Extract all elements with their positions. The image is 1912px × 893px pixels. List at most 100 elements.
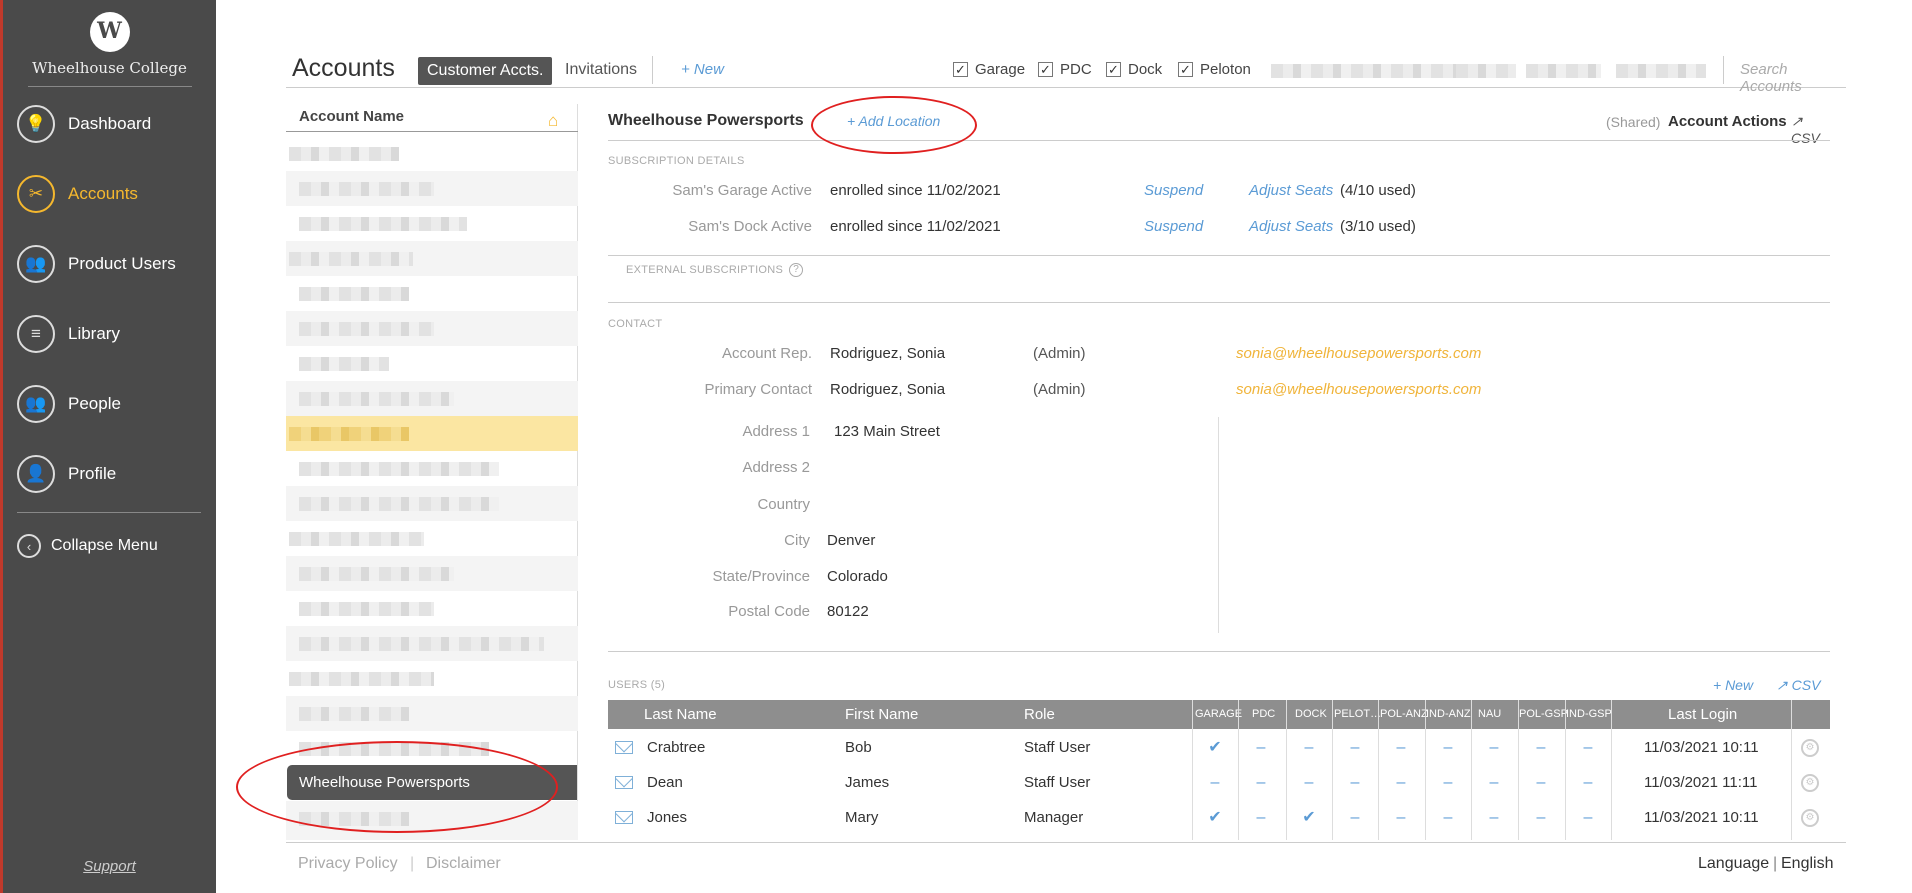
subscription-nau-status[interactable]: – bbox=[1471, 800, 1517, 835]
table-row[interactable]: Crabtree Bob Staff User ✔ – – – – – – – … bbox=[608, 730, 1830, 765]
subscription-garage-status[interactable]: ✔ bbox=[1192, 730, 1238, 765]
column-header-ind-gsp[interactable]: IND-GSP bbox=[1566, 700, 1612, 729]
subscription-dock-status[interactable]: – bbox=[1286, 730, 1332, 765]
filter-peloton-checkbox[interactable]: ✓ Peloton bbox=[1178, 61, 1251, 78]
column-header-nau[interactable]: NAU bbox=[1478, 700, 1501, 729]
email-envelope-icon[interactable] bbox=[615, 811, 633, 824]
subscription-peloton-status[interactable]: – bbox=[1332, 800, 1378, 835]
list-item[interactable] bbox=[286, 381, 578, 416]
subscription-dock-status[interactable]: ✔ bbox=[1286, 800, 1332, 835]
column-header-pdc[interactable]: PDC bbox=[1252, 700, 1275, 729]
contact-email-link[interactable]: sonia@wheelhousepowersports.com bbox=[1236, 345, 1481, 362]
subscription-ind-anz-status[interactable]: – bbox=[1425, 800, 1471, 835]
help-icon[interactable]: ? bbox=[789, 263, 804, 277]
account-name-header[interactable]: Account Name ⌂ bbox=[286, 104, 578, 132]
list-item[interactable] bbox=[286, 521, 578, 556]
subscription-pol-anz-status[interactable]: – bbox=[1378, 800, 1424, 835]
subscription-peloton-status[interactable]: – bbox=[1332, 765, 1378, 800]
email-envelope-icon[interactable] bbox=[615, 776, 633, 789]
list-item[interactable] bbox=[286, 661, 578, 696]
column-header-dock[interactable]: DOCK bbox=[1295, 700, 1327, 729]
contact-email-link[interactable]: sonia@wheelhousepowersports.com bbox=[1236, 381, 1481, 398]
column-header-last-login[interactable]: Last Login bbox=[1668, 700, 1737, 729]
subscription-pdc-status[interactable]: – bbox=[1238, 800, 1284, 835]
column-header-last-name[interactable]: Last Name bbox=[644, 700, 717, 729]
subscription-pol-gsp-status[interactable]: – bbox=[1518, 730, 1564, 765]
subscription-ind-gsp-status[interactable]: – bbox=[1565, 765, 1611, 800]
table-row[interactable]: Jones Mary Manager ✔ – ✔ – – – – – – 11/… bbox=[608, 800, 1830, 835]
subscription-ind-gsp-status[interactable]: – bbox=[1565, 730, 1611, 765]
search-accounts-input[interactable]: Search Accounts bbox=[1740, 61, 1846, 95]
collapse-menu-button[interactable]: ‹ Collapse Menu bbox=[17, 534, 158, 558]
user-first-name: Mary bbox=[845, 809, 879, 826]
column-header-role[interactable]: Role bbox=[1024, 700, 1055, 729]
brand-logo[interactable]: W Wheelhouse College bbox=[3, 12, 216, 87]
list-item[interactable] bbox=[286, 486, 578, 521]
tab-customer-accts[interactable]: Customer Accts. bbox=[418, 57, 553, 85]
support-link[interactable]: Support bbox=[3, 858, 216, 875]
subscription-garage-status[interactable]: – bbox=[1192, 765, 1238, 800]
sidebar-item-library[interactable]: ≡ Library bbox=[17, 312, 207, 356]
sidebar-item-profile[interactable]: 👤 Profile bbox=[17, 452, 207, 496]
column-header-peloton[interactable]: PELOT… bbox=[1334, 700, 1381, 729]
sidebar-item-dashboard[interactable]: 💡 Dashboard bbox=[17, 102, 207, 146]
list-item[interactable] bbox=[286, 346, 578, 381]
subscription-garage-status[interactable]: ✔ bbox=[1192, 800, 1238, 835]
column-header-pol-anz[interactable]: POL-ANZ bbox=[1380, 700, 1428, 729]
column-header-first-name[interactable]: First Name bbox=[845, 700, 918, 729]
list-item[interactable] bbox=[286, 696, 578, 731]
subscription-pol-anz-status[interactable]: – bbox=[1378, 730, 1424, 765]
column-header-garage[interactable]: GARAGE bbox=[1195, 700, 1242, 729]
sidebar-item-people[interactable]: 👥 People bbox=[17, 382, 207, 426]
list-item[interactable] bbox=[286, 556, 578, 591]
account-actions-button[interactable]: Account Actions bbox=[1668, 113, 1787, 130]
filter-dock-checkbox[interactable]: ✓ Dock bbox=[1106, 61, 1162, 78]
privacy-policy-link[interactable]: Privacy Policy bbox=[298, 855, 398, 873]
subscription-peloton-status[interactable]: – bbox=[1332, 730, 1378, 765]
account-csv-export[interactable]: ↗ CSV bbox=[1791, 113, 1830, 146]
home-icon[interactable]: ⌂ bbox=[548, 112, 566, 129]
settings-gear-icon[interactable]: ⚙ bbox=[1801, 739, 1819, 757]
sidebar-item-accounts[interactable]: ✂ Accounts bbox=[17, 172, 207, 216]
filter-garage-checkbox[interactable]: ✓ Garage bbox=[953, 61, 1025, 78]
list-item[interactable] bbox=[286, 171, 578, 206]
email-envelope-icon[interactable] bbox=[615, 741, 633, 754]
adjust-seats-link[interactable]: Adjust Seats bbox=[1249, 182, 1333, 199]
column-header-pol-gsp[interactable]: POL-GSP bbox=[1519, 700, 1568, 729]
new-account-link[interactable]: + New bbox=[681, 61, 724, 78]
list-item-highlighted[interactable] bbox=[286, 416, 578, 451]
language-selector[interactable]: English bbox=[1781, 855, 1833, 873]
subscription-dock-status[interactable]: – bbox=[1286, 765, 1332, 800]
list-item[interactable] bbox=[286, 451, 578, 486]
subscription-pdc-status[interactable]: – bbox=[1238, 765, 1284, 800]
settings-gear-icon[interactable]: ⚙ bbox=[1801, 774, 1819, 792]
list-item[interactable] bbox=[286, 241, 578, 276]
filter-pdc-checkbox[interactable]: ✓ PDC bbox=[1038, 61, 1092, 78]
subscription-pol-gsp-status[interactable]: – bbox=[1518, 800, 1564, 835]
disclaimer-link[interactable]: Disclaimer bbox=[426, 855, 501, 873]
column-header-ind-anz[interactable]: IND-ANZ bbox=[1426, 700, 1471, 729]
subscription-ind-anz-status[interactable]: – bbox=[1425, 730, 1471, 765]
subscription-pol-anz-status[interactable]: – bbox=[1378, 765, 1424, 800]
subscription-nau-status[interactable]: – bbox=[1471, 730, 1517, 765]
settings-gear-icon[interactable]: ⚙ bbox=[1801, 809, 1819, 827]
suspend-link[interactable]: Suspend bbox=[1144, 218, 1203, 235]
subscription-pol-gsp-status[interactable]: – bbox=[1518, 765, 1564, 800]
tab-invitations[interactable]: Invitations bbox=[565, 61, 637, 79]
subscription-ind-gsp-status[interactable]: – bbox=[1565, 800, 1611, 835]
new-user-link[interactable]: + New bbox=[1713, 677, 1753, 693]
adjust-seats-link[interactable]: Adjust Seats bbox=[1249, 218, 1333, 235]
list-item[interactable] bbox=[286, 276, 578, 311]
table-row[interactable]: Dean James Staff User – – – – – – – – – … bbox=[608, 765, 1830, 800]
sidebar-item-product-users[interactable]: 👥 Product Users bbox=[17, 242, 207, 286]
list-item[interactable] bbox=[286, 136, 578, 171]
list-item[interactable] bbox=[286, 206, 578, 241]
subscription-nau-status[interactable]: – bbox=[1471, 765, 1517, 800]
users-csv-export[interactable]: ↗ CSV bbox=[1776, 677, 1820, 694]
suspend-link[interactable]: Suspend bbox=[1144, 182, 1203, 199]
subscription-ind-anz-status[interactable]: – bbox=[1425, 765, 1471, 800]
subscription-pdc-status[interactable]: – bbox=[1238, 730, 1284, 765]
list-item[interactable] bbox=[286, 626, 578, 661]
list-item[interactable] bbox=[286, 591, 578, 626]
list-item[interactable] bbox=[286, 311, 578, 346]
